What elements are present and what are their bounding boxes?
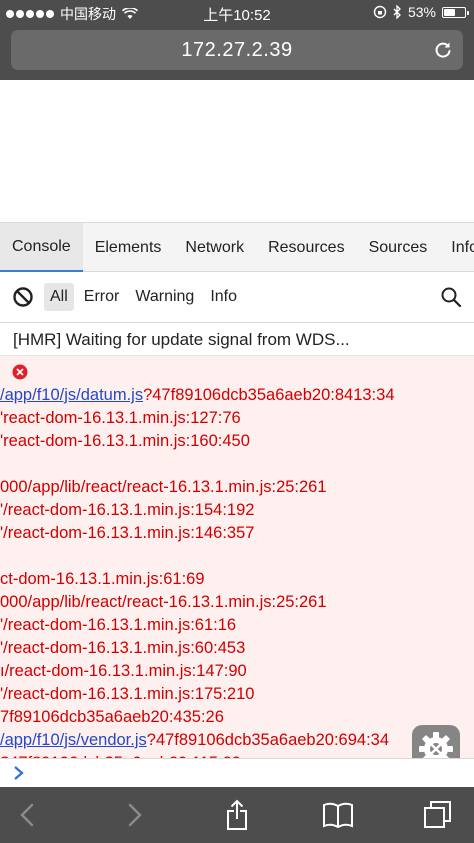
- filter-error[interactable]: Error: [78, 283, 126, 311]
- error-stack-line: '/react-dom-16.13.1.min.js:175:210: [0, 683, 474, 706]
- error-stack-line: '/react-dom-16.13.1.min.js:146:357: [0, 522, 474, 545]
- error-stack-line: ı/react-dom-16.13.1.min.js:147:90: [0, 660, 474, 683]
- stack-line-text: 'react-dom-16.13.1.min.js:160:450: [0, 432, 250, 450]
- stack-line-text: '/react-dom-16.13.1.min.js:61:16: [0, 616, 237, 634]
- filter-info[interactable]: Info: [204, 283, 243, 311]
- tab-elements[interactable]: Elements: [83, 223, 174, 272]
- url-text: 172.27.2.39: [181, 39, 293, 61]
- error-stack-line[interactable]: /app/f10/js/datum.js?47f89106dcb35a6aeb2…: [0, 384, 474, 407]
- console-error-block: /app/f10/js/datum.js?47f89106dcb35a6aeb2…: [0, 356, 474, 758]
- error-stack-line: '/react-dom-16.13.1.min.js:60:453: [0, 637, 474, 660]
- stack-line-text: ?47f89106dcb35a6aeb20:694:34: [146, 731, 390, 749]
- share-icon[interactable]: [221, 799, 253, 831]
- error-stack-line: '/react-dom-16.13.1.min.js:154:192: [0, 499, 474, 522]
- stack-line-text: '/react-dom-16.13.1.min.js:175:210: [0, 685, 255, 703]
- forward-icon[interactable]: [118, 799, 150, 831]
- stack-line-text: '/react-dom-16.13.1.min.js:154:192: [0, 501, 255, 519]
- stack-line-text: '/react-dom-16.13.1.min.js:146:357: [0, 524, 255, 542]
- tab-console[interactable]: Console: [0, 223, 83, 272]
- console-log-info: [HMR] Waiting for update signal from WDS…: [0, 324, 474, 356]
- tab-network[interactable]: Network: [173, 223, 256, 272]
- tab-resources[interactable]: Resources: [256, 223, 356, 272]
- stack-source-link[interactable]: /app/f10/js/datum.js: [0, 386, 143, 404]
- browser-bottom-toolbar: [0, 787, 474, 843]
- url-bar[interactable]: 172.27.2.39: [11, 30, 463, 70]
- stack-line-text: 000/app/lib/react/react-16.13.1.min.js:2…: [0, 593, 327, 611]
- stack-line-text: 'react-dom-16.13.1.min.js:127:76: [0, 409, 241, 427]
- error-stack-line: 000/app/lib/react/react-16.13.1.min.js:2…: [0, 476, 474, 499]
- error-stack-line: 7f89106dcb35a6aeb20:435:26: [0, 706, 474, 729]
- stack-line-text: '/react-dom-16.13.1.min.js:60:453: [0, 639, 246, 657]
- stack-line-text: ct-dom-16.13.1.min.js:61:69: [0, 570, 205, 588]
- status-bar: 中国移动 上午10:52 53%: [0, 0, 474, 26]
- error-stack-line: [0, 545, 474, 568]
- stack-line-text: ı/react-dom-16.13.1.min.js:147:90: [0, 662, 247, 680]
- browser-top-chrome: 中国移动 上午10:52 53% 172.27.2.39: [0, 0, 474, 80]
- filter-warning[interactable]: Warning: [129, 283, 200, 311]
- bookmarks-icon[interactable]: [322, 799, 354, 831]
- error-stack-trace: /app/f10/js/datum.js?47f89106dcb35a6aeb2…: [0, 384, 474, 758]
- filter-all[interactable]: All: [44, 283, 74, 311]
- battery-fill: [444, 8, 455, 16]
- console-filter-bar: All Error Warning Info: [0, 272, 474, 323]
- error-stack-line[interactable]: /app/f10/js/vendor.js?47f89106dcb35a6aeb…: [0, 729, 474, 752]
- back-icon[interactable]: [12, 799, 44, 831]
- clear-console-icon[interactable]: [12, 286, 34, 308]
- reload-icon[interactable]: [433, 40, 453, 60]
- stack-line-text: 000/app/lib/react/react-16.13.1.min.js:2…: [0, 478, 327, 496]
- rotation-lock-icon: [373, 5, 387, 19]
- bluetooth-icon: [393, 5, 401, 19]
- error-icon: [12, 364, 28, 380]
- stack-source-link[interactable]: /app/f10/js/vendor.js: [0, 731, 147, 749]
- stack-line-text: 7f89106dcb35a6aeb20:435:26: [0, 708, 224, 726]
- stack-line-text: ?47f89106dcb35a6aeb20:8413:34: [143, 386, 395, 404]
- page-content: [0, 80, 474, 222]
- tabs-icon[interactable]: [422, 799, 454, 831]
- error-stack-line: 'react-dom-16.13.1.min.js:160:450: [0, 430, 474, 453]
- tab-sources[interactable]: Sources: [357, 223, 440, 272]
- devtools-tab-bar: Console Elements Network Resources Sourc…: [0, 222, 474, 272]
- battery-percent: 53%: [407, 4, 436, 20]
- battery-icon: [442, 6, 469, 18]
- status-right: 53%: [373, 4, 469, 20]
- error-stack-line: ct-dom-16.13.1.min.js:61:69: [0, 568, 474, 591]
- console-prompt[interactable]: [0, 758, 474, 787]
- prompt-chevron-icon: [14, 766, 24, 780]
- error-stack-line: [0, 453, 474, 476]
- search-icon[interactable]: [440, 286, 462, 308]
- error-stack-line: 'react-dom-16.13.1.min.js:127:76: [0, 407, 474, 430]
- error-stack-line: '/react-dom-16.13.1.min.js:61:16: [0, 614, 474, 637]
- error-stack-line: 000/app/lib/react/react-16.13.1.min.js:2…: [0, 591, 474, 614]
- tab-info[interactable]: Info: [439, 223, 474, 272]
